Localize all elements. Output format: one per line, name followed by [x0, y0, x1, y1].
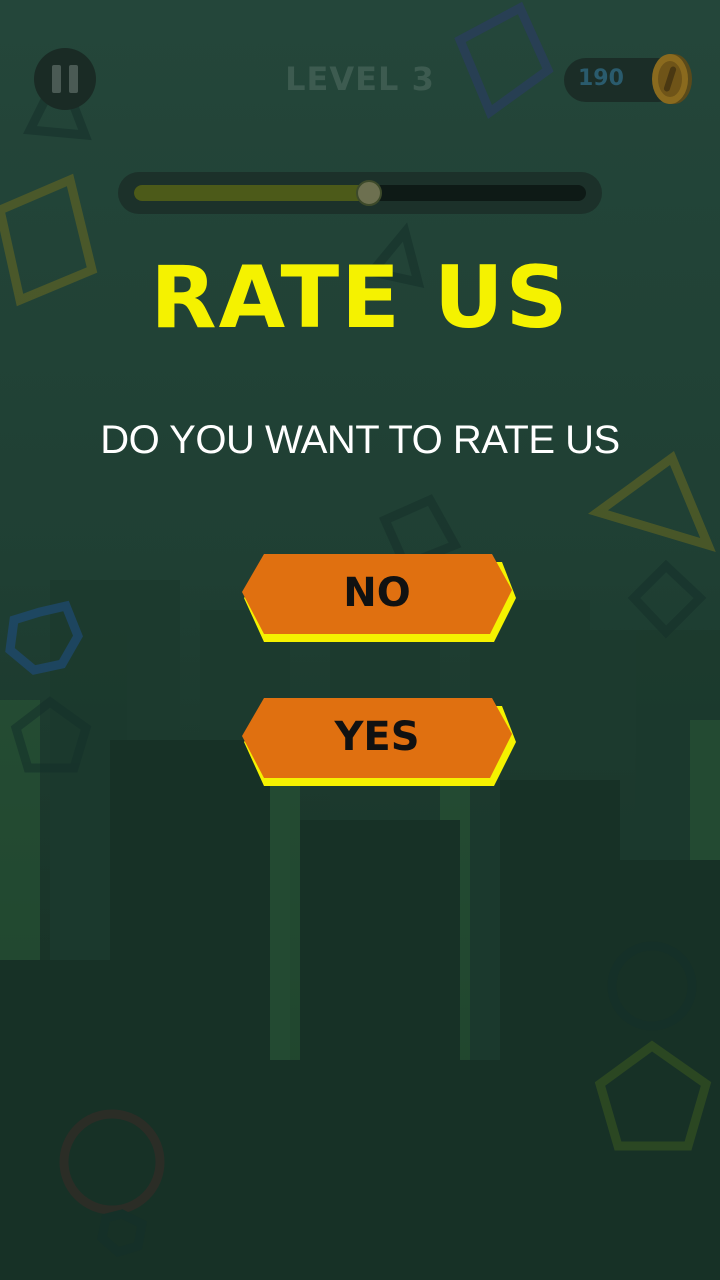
progress-bar — [134, 180, 586, 206]
level-label: LEVEL 3 — [285, 60, 435, 98]
hud-bar: LEVEL 3 190 — [0, 0, 720, 214]
pause-icon — [52, 65, 61, 93]
progress-fill — [134, 185, 370, 201]
progress-knob — [356, 180, 383, 206]
coin-count: 190 — [578, 66, 624, 91]
coin-counter: 190 — [564, 54, 692, 104]
no-button-label: NO — [343, 570, 411, 616]
pause-icon-bar — [69, 65, 78, 93]
level-progress — [118, 172, 602, 214]
no-button[interactable]: NO — [242, 552, 516, 644]
yes-button-label: YES — [334, 714, 420, 760]
pause-button[interactable] — [34, 48, 96, 110]
coin-icon — [652, 54, 692, 104]
dialog-question: DO YOU WANT TO RATE US — [100, 418, 620, 462]
yes-button[interactable]: YES — [242, 696, 516, 788]
dialog-title: RATE US — [150, 248, 570, 348]
